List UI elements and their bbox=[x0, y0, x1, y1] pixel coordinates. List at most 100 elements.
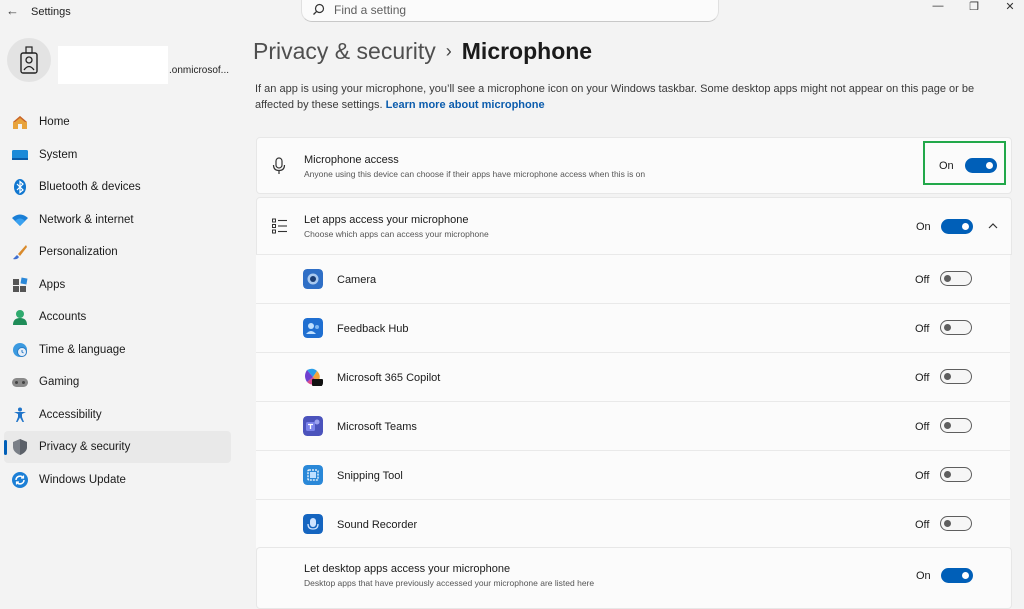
breadcrumb: Privacy & security › Microphone bbox=[253, 38, 592, 65]
let-apps-access-subtitle: Choose which apps can access your microp… bbox=[304, 229, 489, 239]
microphone-access-title: Microphone access bbox=[304, 154, 399, 166]
app-state: Off bbox=[915, 274, 930, 286]
app-row-camera: Camera Off bbox=[256, 254, 1010, 303]
microphone-access-card: Microphone access Anyone using this devi… bbox=[256, 137, 1012, 194]
app-state: Off bbox=[915, 323, 930, 335]
teams-icon bbox=[303, 416, 323, 436]
app-name: Feedback Hub bbox=[337, 323, 409, 335]
update-icon bbox=[12, 471, 28, 488]
let-apps-access-card[interactable]: Let apps access your microphone Choose w… bbox=[256, 197, 1012, 255]
camera-app-icon bbox=[303, 269, 323, 289]
sidebar-item-bluetooth[interactable]: Bluetooth & devices bbox=[4, 171, 231, 203]
system-icon bbox=[12, 149, 28, 160]
app-row-sound-recorder: Sound Recorder Off bbox=[256, 499, 1010, 548]
app-name: Snipping Tool bbox=[337, 470, 403, 482]
description-text: If an app is using your microphone, you’… bbox=[255, 83, 975, 111]
account-email: .onmicrosof... bbox=[169, 65, 230, 76]
sidebar-item-home[interactable]: Home bbox=[4, 106, 231, 138]
wifi-icon bbox=[12, 214, 28, 226]
highlight-box bbox=[923, 141, 1006, 185]
snipping-tool-toggle[interactable] bbox=[940, 467, 972, 482]
app-list: Camera Off Feedback Hub Off Microsoft 36… bbox=[256, 254, 1010, 548]
chevron-up-icon[interactable] bbox=[988, 222, 998, 229]
back-arrow-icon[interactable]: ← bbox=[6, 3, 19, 18]
app-row-snipping-tool: Snipping Tool Off bbox=[256, 450, 1010, 499]
badge-person-icon bbox=[20, 46, 38, 74]
gamepad-icon bbox=[12, 378, 28, 387]
learn-more-link[interactable]: Learn more about microphone bbox=[386, 99, 545, 111]
sidebar-item-label: Time & language bbox=[39, 343, 126, 356]
app-name: Sound Recorder bbox=[337, 519, 418, 531]
clock-globe-icon bbox=[13, 342, 27, 357]
m365-copilot-icon bbox=[305, 368, 323, 386]
list-icon bbox=[272, 218, 287, 234]
microphone-access-subtitle: Anyone using this device can choose if t… bbox=[304, 169, 646, 179]
title-bar: ← Settings — ❐ ✕ bbox=[0, 0, 1024, 26]
restore-button[interactable]: ❐ bbox=[957, 0, 991, 14]
breadcrumb-separator: › bbox=[445, 41, 452, 61]
sidebar-item-accessibility[interactable]: Accessibility bbox=[4, 399, 231, 431]
feedback-hub-icon bbox=[303, 318, 323, 338]
sidebar-item-label: Personalization bbox=[39, 246, 118, 258]
desktop-apps-toggle[interactable] bbox=[941, 568, 973, 583]
sidebar-item-gaming[interactable]: Gaming bbox=[4, 366, 231, 398]
search-box[interactable] bbox=[301, 0, 719, 22]
sidebar-item-label: Accounts bbox=[39, 311, 87, 323]
sidebar-item-label: Accessibility bbox=[39, 408, 102, 421]
minimize-button[interactable]: — bbox=[921, 0, 955, 14]
let-apps-access-state: On bbox=[916, 221, 931, 233]
app-state: Off bbox=[915, 372, 930, 384]
app-name: Camera bbox=[337, 274, 377, 286]
app-state: Off bbox=[915, 421, 930, 433]
app-row-teams: Microsoft Teams Off bbox=[256, 401, 1010, 450]
sidebar-item-network[interactable]: Network & internet bbox=[4, 204, 231, 236]
app-row-m365-copilot: Microsoft 365 Copilot Off bbox=[256, 352, 1010, 401]
desktop-apps-title: Let desktop apps access your microphone bbox=[304, 563, 511, 575]
let-apps-access-toggle[interactable] bbox=[941, 219, 973, 234]
sidebar-item-system[interactable]: System bbox=[4, 139, 231, 171]
bluetooth-icon bbox=[14, 179, 26, 195]
app-row-feedback-hub: Feedback Hub Off bbox=[256, 303, 1010, 352]
brush-icon bbox=[13, 245, 27, 260]
desktop-apps-state: On bbox=[916, 570, 931, 582]
sidebar-item-label: Network & internet bbox=[39, 213, 134, 226]
feedback-hub-toggle[interactable] bbox=[940, 320, 972, 335]
desktop-apps-subtitle: Desktop apps that have previously access… bbox=[304, 578, 595, 588]
shield-icon bbox=[13, 439, 27, 455]
app-name: Microsoft 365 Copilot bbox=[337, 372, 441, 384]
sidebar-item-label: Windows Update bbox=[39, 473, 126, 486]
sound-recorder-toggle[interactable] bbox=[940, 516, 972, 531]
search-icon bbox=[313, 3, 325, 15]
search-input[interactable] bbox=[334, 2, 694, 18]
home-icon bbox=[13, 116, 27, 129]
let-apps-access-title: Let apps access your microphone bbox=[304, 214, 469, 226]
sidebar-item-time-language[interactable]: Time & language bbox=[4, 334, 231, 366]
sidebar-item-label: Gaming bbox=[39, 376, 80, 388]
sidebar-item-label: System bbox=[39, 148, 78, 161]
m365-copilot-toggle[interactable] bbox=[940, 369, 972, 384]
camera-toggle[interactable] bbox=[940, 271, 972, 286]
microphone-icon bbox=[272, 157, 286, 174]
sidebar-item-personalization[interactable]: Personalization bbox=[4, 236, 231, 268]
page-description: If an app is using your microphone, you’… bbox=[255, 82, 1015, 113]
sidebar-item-label: Home bbox=[39, 116, 70, 128]
close-button[interactable]: ✕ bbox=[993, 0, 1024, 14]
sidebar-item-accounts[interactable]: Accounts bbox=[4, 301, 231, 333]
sound-recorder-icon bbox=[303, 514, 323, 534]
breadcrumb-parent[interactable]: Privacy & security bbox=[253, 38, 436, 64]
sidebar-item-label: Apps bbox=[39, 278, 66, 291]
apps-icon bbox=[13, 277, 28, 292]
app-state: Off bbox=[915, 519, 930, 531]
redacted-account-name bbox=[58, 46, 168, 84]
sidebar-item-apps[interactable]: Apps bbox=[4, 269, 231, 301]
page-title: Microphone bbox=[461, 38, 593, 64]
sidebar-item-windows-update[interactable]: Windows Update bbox=[4, 464, 231, 496]
app-title: Settings bbox=[31, 6, 71, 18]
person-icon bbox=[13, 310, 27, 325]
teams-toggle[interactable] bbox=[940, 418, 972, 433]
sidebar-item-privacy-security[interactable]: Privacy & security bbox=[4, 431, 231, 463]
app-state: Off bbox=[915, 470, 930, 482]
avatar[interactable] bbox=[7, 38, 51, 82]
sidebar-item-label: Bluetooth & devices bbox=[39, 181, 141, 193]
snipping-tool-icon bbox=[303, 465, 323, 485]
